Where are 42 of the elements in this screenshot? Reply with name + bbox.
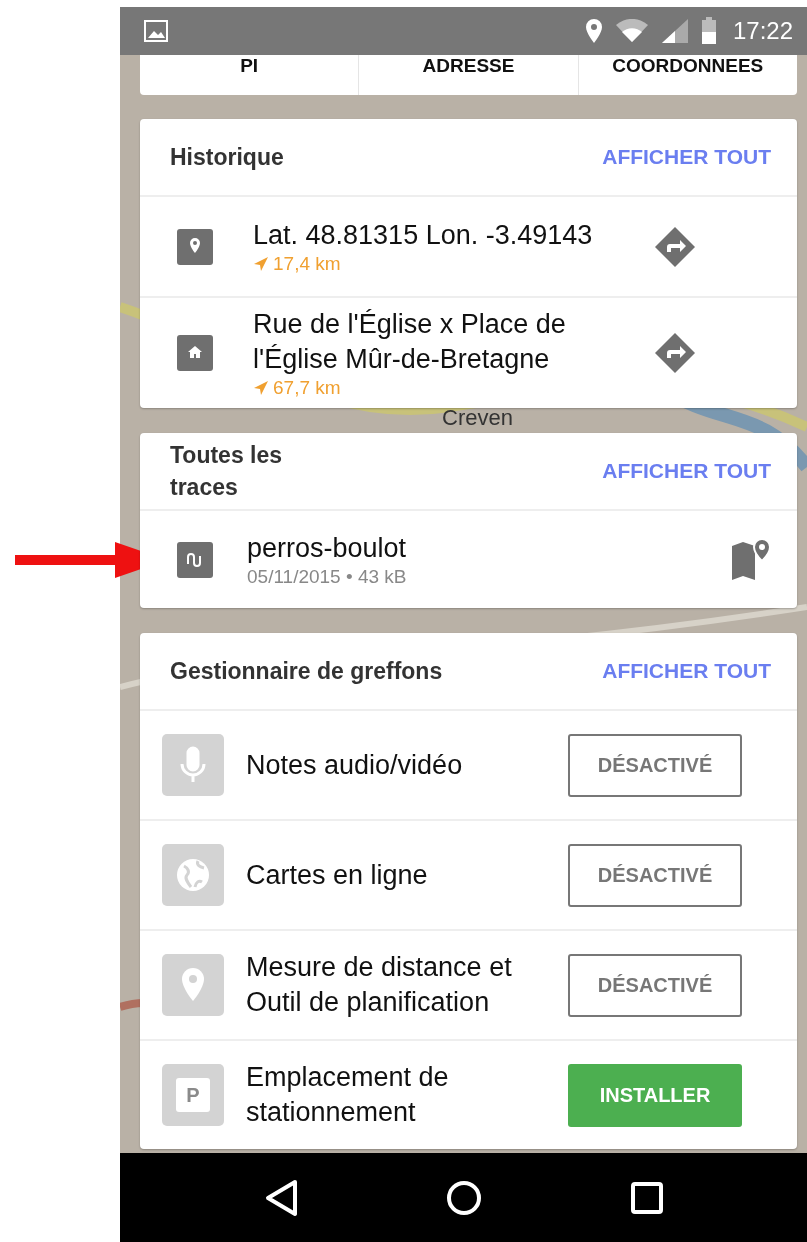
directions-icon[interactable] <box>653 331 697 375</box>
distance-value: 67,7 km <box>273 377 341 399</box>
home-icon[interactable] <box>446 1179 483 1216</box>
microphone-icon <box>162 734 224 796</box>
show-all-link[interactable]: AFFICHER TOUT <box>602 659 771 683</box>
plugin-name: Cartes en ligne <box>246 858 429 892</box>
tab[interactable]: COORDONNEES <box>577 55 797 95</box>
show-all-link[interactable]: AFFICHER TOUT <box>602 145 771 169</box>
plugin-name: Notes audio/vidéo <box>246 748 464 782</box>
distance-value: 17,4 km <box>273 253 341 275</box>
section-title: Gestionnaire de greffons <box>170 657 443 686</box>
tab[interactable]: PI <box>140 55 359 95</box>
place-title[interactable]: Rue de l'Église x Place de l'Église Mûr-de-Bretagne <box>253 307 613 377</box>
directions-icon[interactable] <box>653 224 697 269</box>
image-icon <box>144 20 168 42</box>
place-title[interactable]: Lat. 48.81315 Lon. -3.49143 <box>253 218 613 253</box>
track-name[interactable]: perros-boulot <box>247 531 697 566</box>
wifi-icon <box>614 19 649 43</box>
plugin-name: Emplacement de stationnement <box>246 1061 450 1129</box>
install-button[interactable]: INSTALLER <box>568 1063 742 1127</box>
recents-icon[interactable] <box>630 1181 663 1214</box>
direction-arrow-icon <box>253 256 269 272</box>
show-all-link[interactable]: AFFICHER TOUT <box>602 459 771 483</box>
tab[interactable]: ADRESSE <box>358 55 578 95</box>
direction-arrow-icon <box>253 380 269 396</box>
back-icon[interactable] <box>264 1178 299 1217</box>
location-pin-icon <box>162 954 224 1016</box>
parking-icon: P <box>162 1064 224 1126</box>
battery-icon <box>700 17 717 45</box>
track-icon <box>177 541 213 578</box>
location-icon <box>584 18 603 44</box>
map-label: Creven <box>442 405 513 431</box>
clock-time: 17:22 <box>732 17 793 45</box>
globe-icon <box>162 844 224 906</box>
section-title: Toutes les traces <box>170 441 284 502</box>
section-title: Historique <box>170 143 284 172</box>
signal-icon <box>660 18 689 44</box>
location-pin-icon <box>177 228 213 265</box>
plugin-name: Mesure de distance et Outil de planification <box>246 951 513 1019</box>
track-meta: 05/11/2015 • 43 kB <box>247 566 408 588</box>
map-pin-icon[interactable] <box>731 537 771 582</box>
home-icon <box>177 335 213 371</box>
